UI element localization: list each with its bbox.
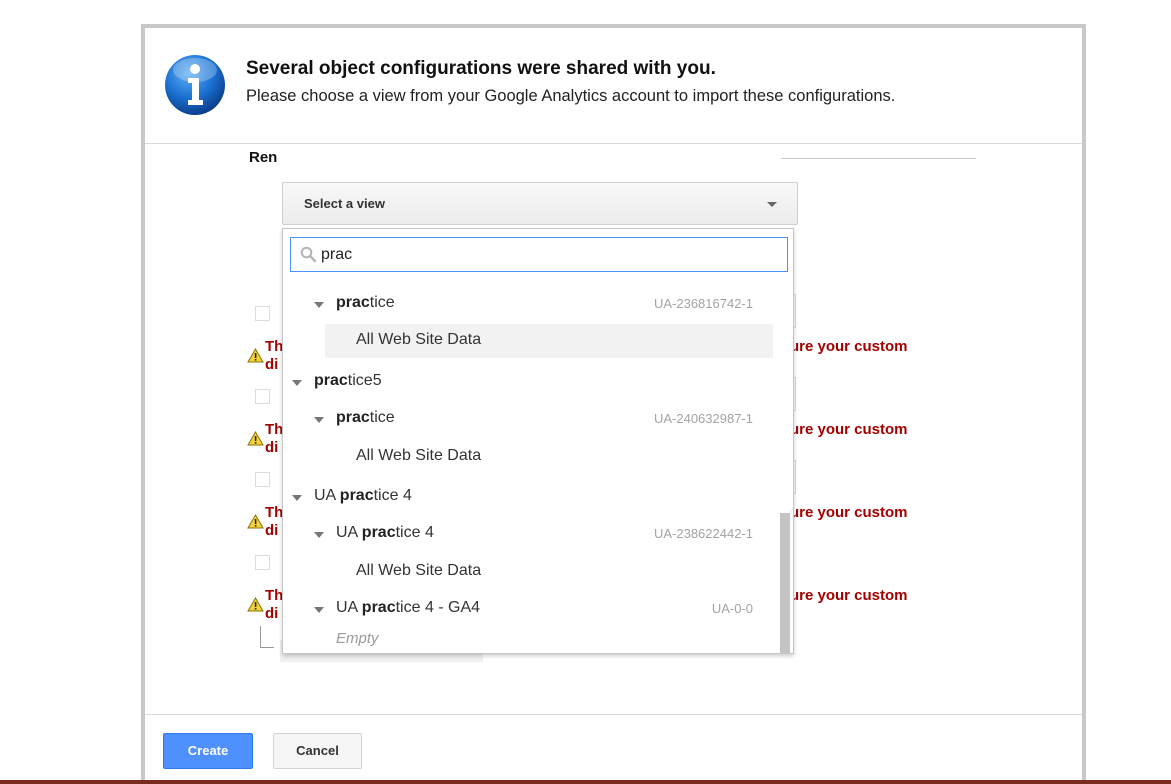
config-checkbox[interactable] — [255, 555, 270, 570]
list-item-label: practice — [336, 409, 395, 426]
list-item-view[interactable]: All Web Site Data — [283, 440, 780, 474]
list-item-view[interactable]: All Web Site Data — [325, 324, 773, 358]
triangle-down-icon — [314, 532, 324, 538]
list-item-property[interactable]: practice UA-240632987-1 — [283, 402, 780, 436]
warning-text-right: ure your custom — [790, 338, 908, 355]
config-checkbox[interactable] — [255, 389, 270, 404]
warning-icon — [247, 348, 264, 363]
search-input[interactable] — [321, 244, 761, 266]
create-button[interactable]: Create — [163, 733, 253, 769]
warning-icon — [247, 597, 264, 612]
triangle-down-icon — [314, 417, 324, 423]
warning-text: Th di — [265, 504, 284, 539]
property-id: UA-240632987-1 — [653, 411, 753, 426]
triangle-down-icon — [314, 302, 324, 308]
list-item-account[interactable]: practice5 — [283, 365, 780, 399]
page: Several object configurations were share… — [0, 0, 1171, 784]
view-select[interactable]: Select a view — [282, 182, 798, 225]
config-checkbox[interactable] — [255, 306, 270, 321]
cancel-button[interactable]: Cancel — [273, 733, 362, 769]
list-item-account[interactable]: UA practice 4 — [283, 480, 780, 514]
page-bottom-border — [0, 780, 1171, 784]
section-divider — [781, 158, 976, 159]
list-item-label: All Web Site Data — [356, 447, 482, 464]
section-label: Ren — [249, 149, 278, 166]
dialog-footer: Create Cancel — [145, 714, 1082, 784]
empty-label: Empty — [336, 630, 379, 647]
search-icon — [300, 246, 317, 263]
list-item-label: All Web Site Data — [356, 331, 482, 348]
list-item-view[interactable]: All Web Site Data — [283, 555, 780, 589]
triangle-down-icon — [314, 607, 324, 613]
config-checkbox[interactable] — [255, 472, 270, 487]
tree-connector — [260, 626, 274, 648]
list-item-property[interactable]: UA practice 4 - GA4 UA-0-0 — [283, 592, 780, 626]
triangle-down-icon — [292, 495, 302, 501]
search-box[interactable] — [290, 237, 788, 272]
warning-icon — [247, 514, 264, 529]
warning-text-right: ure your custom — [790, 587, 908, 604]
list-item-property[interactable]: UA practice 4 UA-238622442-1 — [283, 517, 780, 551]
property-id: UA-236816742-1 — [653, 296, 753, 311]
property-id: UA-238622442-1 — [653, 526, 753, 541]
warning-text-right: ure your custom — [790, 504, 908, 521]
warning-text: Th di — [265, 338, 284, 373]
list-item-label: UA practice 4 - GA4 — [336, 599, 481, 616]
warning-text-right: ure your custom — [790, 421, 908, 438]
warning-text: Th di — [265, 587, 284, 622]
list-item-label: UA practice 4 — [336, 524, 434, 541]
warning-text: Th di — [265, 421, 284, 456]
property-id: UA-0-0 — [711, 601, 753, 616]
list-item-label: All Web Site Data — [356, 562, 482, 579]
scrollbar[interactable] — [780, 513, 790, 653]
list-item-label: practice5 — [314, 372, 382, 389]
list-item-view[interactable]: practice UA-236816742-1 — [283, 287, 780, 321]
triangle-down-icon — [292, 380, 302, 386]
warning-icon — [247, 431, 264, 446]
list-item-label: UA practice 4 — [314, 487, 412, 504]
view-select-label: Select a view — [304, 196, 385, 211]
list-item-label: practice — [336, 294, 395, 311]
chevron-down-icon — [767, 202, 777, 207]
view-dropdown: practice UA-236816742-1 All Web Site Dat… — [282, 228, 794, 654]
